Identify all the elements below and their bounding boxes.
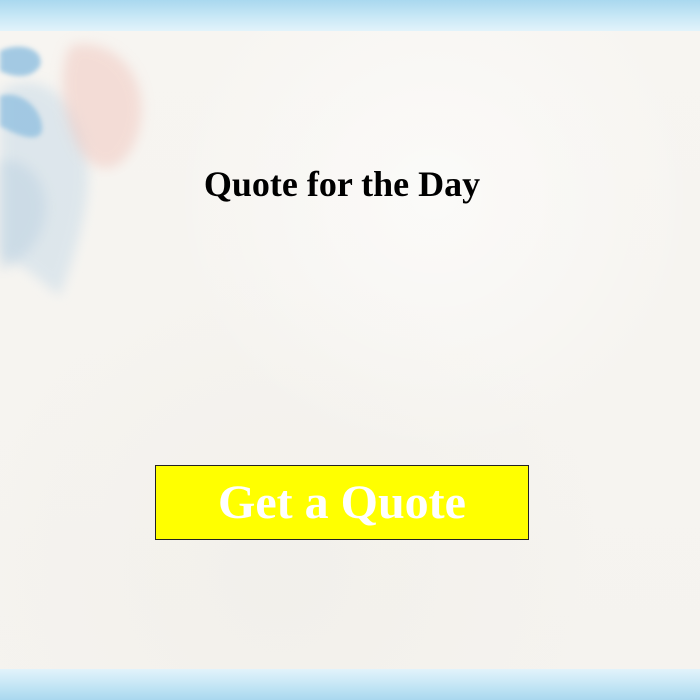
top-border-bar [0, 0, 700, 31]
page-title: Quote for the Day [203, 164, 481, 204]
bottom-border-bar [0, 669, 700, 700]
get-quote-button[interactable]: Get a Quote [155, 465, 529, 540]
quote-page: Quote for the Day Get a Quote [0, 0, 700, 700]
